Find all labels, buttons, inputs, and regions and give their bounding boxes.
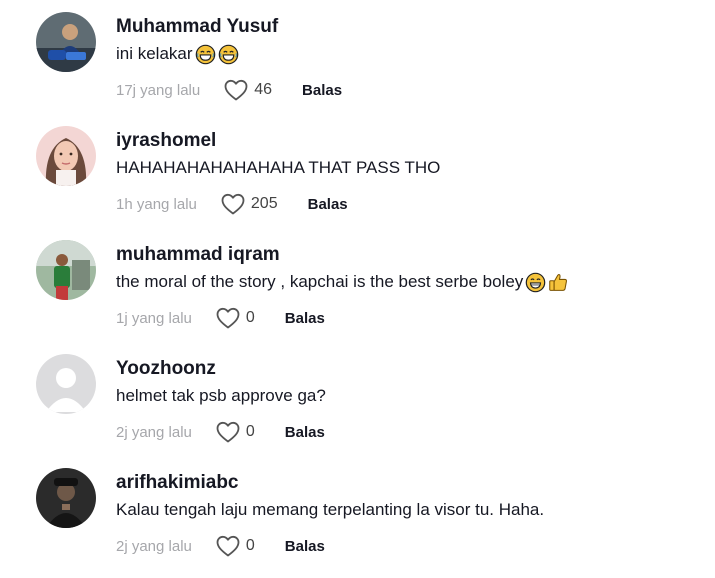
comment-text: Kalau tengah laju memang terpelanting la… [116, 499, 695, 521]
like-count: 205 [250, 195, 278, 212]
comment-text-content: helmet tak psb approve ga? [116, 386, 326, 405]
comment-text-content: ini kelakar [116, 44, 193, 63]
comment-time: 17j yang lalu [116, 81, 201, 99]
comment-text: helmet tak psb approve ga? [116, 385, 695, 407]
avatar[interactable] [36, 354, 96, 414]
comment-text: the moral of the story , kapchai is the … [116, 271, 695, 293]
comment-meta: 2j yang lalu 0 Balas [116, 534, 695, 558]
thumbs-up-emoji-icon [548, 272, 569, 293]
avatar[interactable] [36, 240, 96, 300]
grinning-face-emoji-icon [525, 272, 546, 293]
comment-username[interactable]: Muhammad Yusuf [116, 16, 695, 38]
reply-button[interactable]: Balas [308, 196, 348, 213]
comment-username[interactable]: iyrashomel [116, 130, 695, 152]
comment-meta: 1h yang lalu 205 Balas [116, 192, 695, 216]
heart-outline-icon[interactable] [224, 79, 248, 101]
reply-button[interactable]: Balas [285, 424, 325, 441]
like-button[interactable]: 0 [216, 307, 255, 329]
comment-text: ini kelakar [116, 43, 695, 65]
comment-time: 1h yang lalu [116, 195, 197, 213]
comment-text-content: the moral of the story , kapchai is the … [116, 272, 524, 291]
comment-username[interactable]: arifhakimiabc [116, 472, 695, 494]
avatar[interactable] [36, 468, 96, 528]
comment-text: HAHAHAHAHAHAHAHA THAT PASS THO [116, 157, 695, 179]
comment-item: muhammad iqram the moral of the story , … [0, 240, 715, 350]
heart-outline-icon[interactable] [221, 193, 245, 215]
comment-username[interactable]: muhammad iqram [116, 244, 695, 266]
like-button[interactable]: 0 [216, 535, 255, 557]
comment-meta: 2j yang lalu 0 Balas [116, 420, 695, 444]
like-button[interactable]: 205 [221, 193, 278, 215]
heart-outline-icon[interactable] [216, 421, 240, 443]
comment-meta: 1j yang lalu 0 Balas [116, 306, 695, 330]
comment-text-content: Kalau tengah laju memang terpelanting la… [116, 500, 545, 519]
heart-outline-icon[interactable] [216, 535, 240, 557]
comment-time: 2j yang lalu [116, 423, 192, 441]
reply-button[interactable]: Balas [285, 310, 325, 327]
laughing-face-emoji-icon [195, 44, 216, 65]
comment-username[interactable]: Yoozhoonz [116, 358, 695, 380]
like-count: 0 [245, 309, 255, 326]
heart-outline-icon[interactable] [216, 307, 240, 329]
avatar[interactable] [36, 126, 96, 186]
comment-meta: 17j yang lalu 46 Balas [116, 78, 695, 102]
comment-text-content: HAHAHAHAHAHAHAHA THAT PASS THO [116, 158, 441, 177]
like-count: 0 [245, 423, 255, 440]
laughing-face-emoji-icon [218, 44, 239, 65]
like-count: 46 [254, 81, 273, 98]
like-button[interactable]: 46 [224, 79, 272, 101]
comment-item: Muhammad Yusuf ini kelakar 17j yang lalu… [0, 12, 715, 122]
comment-time: 2j yang lalu [116, 537, 192, 555]
comment-item: iyrashomel HAHAHAHAHAHAHAHA THAT PASS TH… [0, 126, 715, 236]
comment-time: 1j yang lalu [116, 309, 192, 327]
comment-item: arifhakimiabc Kalau tengah laju memang t… [0, 468, 715, 578]
avatar[interactable] [36, 12, 96, 72]
like-count: 0 [245, 537, 255, 554]
comment-item: Yoozhoonz helmet tak psb approve ga? 2j … [0, 354, 715, 464]
reply-button[interactable]: Balas [285, 538, 325, 555]
reply-button[interactable]: Balas [302, 82, 342, 99]
like-button[interactable]: 0 [216, 421, 255, 443]
